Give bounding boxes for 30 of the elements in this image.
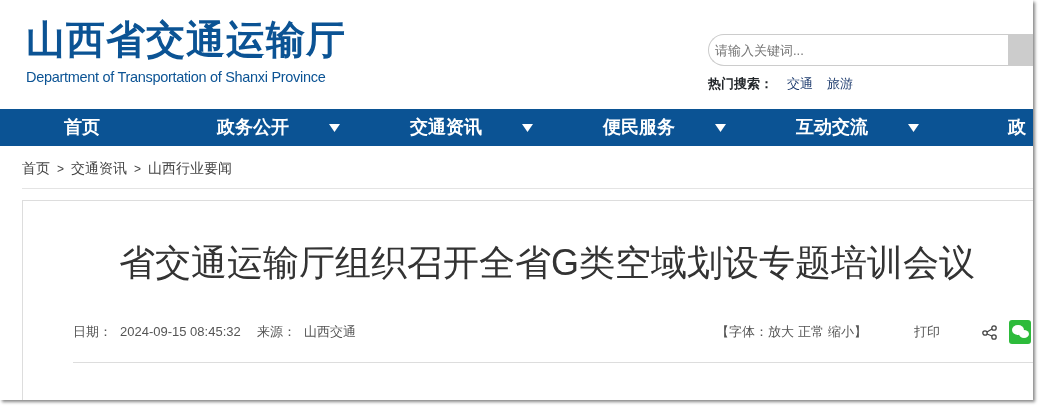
share-icon[interactable] xyxy=(981,324,997,340)
source-label: 来源： xyxy=(256,323,296,342)
nav-item[interactable]: 互动交流 xyxy=(796,114,868,141)
breadcrumb-link[interactable]: 首页 xyxy=(22,158,50,179)
nav-item[interactable]: 政 xyxy=(1008,114,1026,141)
site-logo-subtitle: Department of Transportation of Shanxi Province xyxy=(26,68,327,87)
nav-item[interactable]: 政务公开 xyxy=(217,114,289,141)
font-size-link[interactable]: 放大 xyxy=(767,324,794,340)
bracket-text: 】 xyxy=(853,324,867,340)
hot-search-label: 热门搜索： xyxy=(708,76,773,91)
breadcrumb-link[interactable]: 山西行业要闻 xyxy=(148,158,233,179)
breadcrumb-separator: > xyxy=(134,160,142,178)
breadcrumb-link[interactable]: 交通资讯 xyxy=(71,158,127,179)
site-logo-title: 山西省交通运输厅 xyxy=(26,20,346,59)
breadcrumb-separator: > xyxy=(57,160,64,178)
search-field[interactable]: 请输入关键词... xyxy=(708,34,1008,66)
nav-item[interactable]: 便民服务 xyxy=(603,114,675,141)
print-link[interactable]: 打印 xyxy=(913,322,940,342)
font-size-label: 【字体： xyxy=(715,324,768,340)
wechat-icon[interactable] xyxy=(1008,320,1031,345)
source-name: 山西交通 xyxy=(303,323,356,342)
publish-date: 2024-09-15 08:45:32 xyxy=(120,323,241,342)
nav-item[interactable]: 首页 xyxy=(64,114,100,141)
hot-search-link[interactable]: 旅游 xyxy=(827,76,853,91)
date-label: 日期： xyxy=(73,323,112,342)
font-size-link[interactable]: 缩小 xyxy=(827,324,854,340)
font-size-link[interactable]: 正常 xyxy=(797,324,824,340)
nav-item[interactable]: 交通资讯 xyxy=(410,114,482,141)
article-title: 省交通运输厅组织召开全省G类空域划设专题培训会议 xyxy=(119,241,976,285)
hot-search-link[interactable]: 交通 xyxy=(787,76,813,91)
